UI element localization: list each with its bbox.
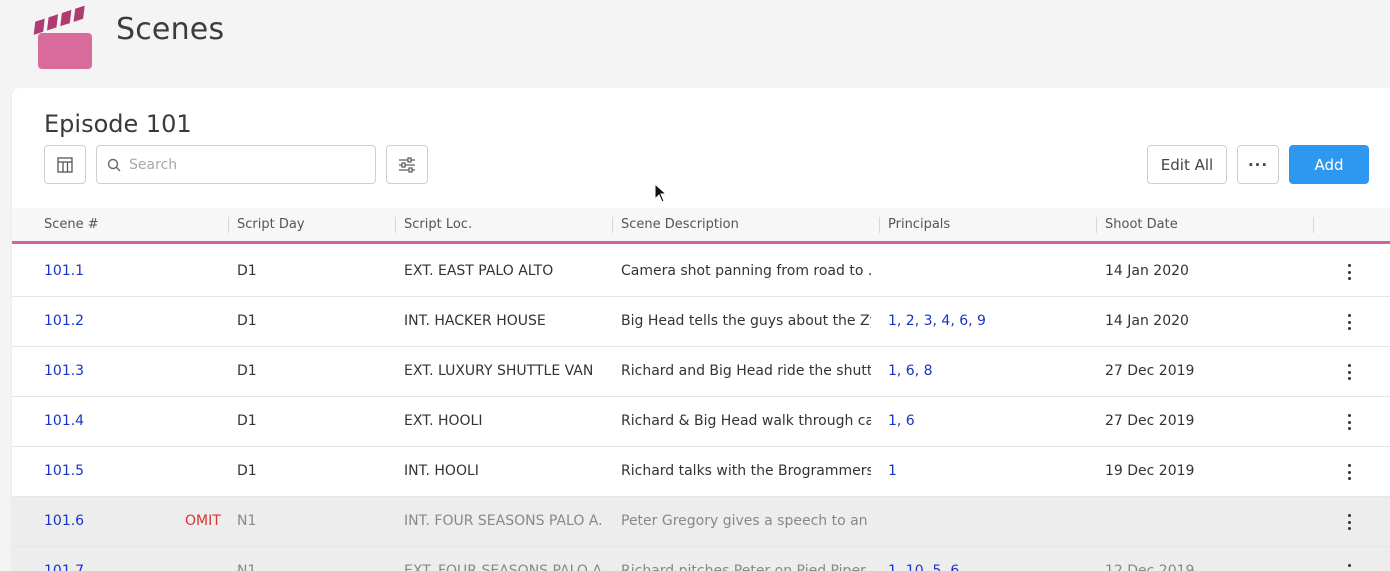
column-header-scene-description[interactable]: Scene Description <box>621 208 739 241</box>
script-location: EXT. LUXURY SHUTTLE VAN <box>404 363 594 379</box>
row-menu-icon[interactable] <box>1343 462 1355 482</box>
columns-button[interactable] <box>44 145 86 184</box>
row-menu-icon[interactable] <box>1343 412 1355 432</box>
script-day: D1 <box>237 263 257 279</box>
principals-links[interactable]: 1 <box>888 447 897 497</box>
page-title: Scenes <box>116 11 225 47</box>
principals-links[interactable]: 1, 6 <box>888 397 915 447</box>
table-row[interactable]: 101.7 N1 EXT. FOUR SEASONS PALO A... Ric… <box>12 547 1390 571</box>
table-row[interactable]: 101.5 D1 INT. HOOLI Richard talks with t… <box>12 447 1390 497</box>
row-menu-icon[interactable] <box>1343 362 1355 382</box>
shoot-date: 27 Dec 2019 <box>1105 363 1195 379</box>
script-location: EXT. FOUR SEASONS PALO A... <box>404 563 604 571</box>
toolbar: Edit All ··· Add <box>44 145 1369 185</box>
scene-number-link[interactable]: 101.7 <box>44 547 84 571</box>
column-resizer[interactable] <box>879 217 880 233</box>
column-resizer[interactable] <box>612 217 613 233</box>
mouse-cursor-icon <box>654 183 668 203</box>
scene-number-link[interactable]: 101.4 <box>44 397 84 447</box>
table-row[interactable]: 101.3 D1 EXT. LUXURY SHUTTLE VAN Richard… <box>12 347 1390 397</box>
column-header-principals[interactable]: Principals <box>888 208 950 241</box>
table-header: Scene # Script Day Script Loc. Scene Des… <box>12 208 1390 244</box>
table-row[interactable]: 101.6 OMIT N1 INT. FOUR SEASONS PALO A..… <box>12 497 1390 547</box>
principals-links[interactable]: 1, 6, 8 <box>888 347 933 397</box>
row-menu-icon[interactable] <box>1343 562 1355 571</box>
shoot-date: 27 Dec 2019 <box>1105 413 1195 429</box>
column-resizer[interactable] <box>228 217 229 233</box>
table-columns-icon <box>57 156 73 173</box>
column-header-shoot-date[interactable]: Shoot Date <box>1105 208 1178 241</box>
column-header-script-loc[interactable]: Script Loc. <box>404 208 472 241</box>
script-location: INT. HOOLI <box>404 463 479 479</box>
scene-description: Richard and Big Head ride the shuttl... <box>621 363 871 379</box>
scenes-card: Episode 101 Search Edit All ··· Add Scen… <box>12 88 1390 571</box>
row-menu-icon[interactable] <box>1343 512 1355 532</box>
shoot-date: 14 Jan 2020 <box>1105 313 1189 329</box>
script-day: D1 <box>237 463 257 479</box>
scene-number-link[interactable]: 101.2 <box>44 297 84 347</box>
scene-status: OMIT <box>185 513 221 529</box>
scene-description: Richard talks with the Brogrammers... <box>621 463 871 479</box>
row-menu-icon[interactable] <box>1343 312 1355 332</box>
more-options-button[interactable]: ··· <box>1237 145 1279 184</box>
scene-description: Richard pitches Peter on Pied Piper... <box>621 563 871 571</box>
page-header: Scenes <box>33 5 225 72</box>
scene-number-link[interactable]: 101.1 <box>44 247 84 297</box>
scene-number-link[interactable]: 101.3 <box>44 347 84 397</box>
edit-all-button[interactable]: Edit All <box>1147 145 1227 184</box>
row-menu-icon[interactable] <box>1343 262 1355 282</box>
column-resizer[interactable] <box>1096 217 1097 233</box>
search-box[interactable] <box>96 145 376 184</box>
table-row[interactable]: 101.2 D1 INT. HACKER HOUSE Big Head tell… <box>12 297 1390 347</box>
principals-links[interactable]: 1, 2, 3, 4, 6, 9 <box>888 297 986 347</box>
column-resizer[interactable] <box>1313 217 1314 233</box>
clapperboard-icon <box>33 5 94 71</box>
shoot-date: 14 Jan 2020 <box>1105 263 1189 279</box>
filter-button[interactable] <box>386 145 428 184</box>
add-scene-button[interactable]: Add <box>1289 145 1369 184</box>
scene-number-link[interactable]: 101.6 <box>44 497 84 547</box>
scene-description: Big Head tells the guys about the Zy... <box>621 313 871 329</box>
scene-description: Camera shot panning from road to ... <box>621 263 871 279</box>
principals-links[interactable]: 1, 10, 5, 6 <box>888 547 959 571</box>
scene-description: Richard & Big Head walk through ca... <box>621 413 871 429</box>
shoot-date: 19 Dec 2019 <box>1105 463 1195 479</box>
column-header-script-day[interactable]: Script Day <box>237 208 305 241</box>
column-resizer[interactable] <box>395 217 396 233</box>
episode-title: Episode 101 <box>44 110 192 138</box>
script-day: N1 <box>237 563 257 571</box>
script-day: D1 <box>237 313 257 329</box>
script-location: EXT. HOOLI <box>404 413 483 429</box>
sliders-icon <box>399 156 415 173</box>
script-day: D1 <box>237 413 257 429</box>
script-location: EXT. EAST PALO ALTO <box>404 263 554 279</box>
table-row[interactable]: 101.1 D1 EXT. EAST PALO ALTO Camera shot… <box>12 247 1390 297</box>
column-header-scene[interactable]: Scene # <box>44 208 99 241</box>
scene-description: Peter Gregory gives a speech to an ... <box>621 513 871 529</box>
search-icon <box>107 158 121 171</box>
script-location: INT. HACKER HOUSE <box>404 313 546 329</box>
shoot-date: 12 Dec 2019 <box>1105 563 1195 571</box>
script-day: D1 <box>237 363 257 379</box>
table-row[interactable]: 101.4 D1 EXT. HOOLI Richard & Big Head w… <box>12 397 1390 447</box>
script-day: N1 <box>237 513 257 529</box>
script-location: INT. FOUR SEASONS PALO A... <box>404 513 604 529</box>
scene-number-link[interactable]: 101.5 <box>44 447 84 497</box>
search-input[interactable] <box>129 156 359 173</box>
